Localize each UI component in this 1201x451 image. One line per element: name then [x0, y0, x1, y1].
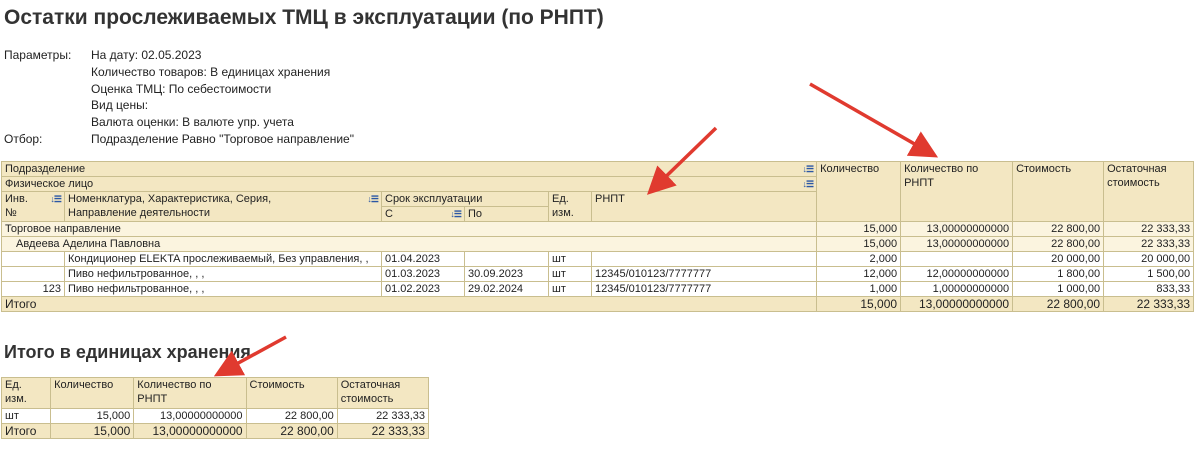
arrow-icon: [809, 82, 939, 158]
arrow-icon: [646, 126, 718, 195]
annotation-arrows: [213, 82, 939, 377]
arrow-icon: [213, 335, 287, 377]
